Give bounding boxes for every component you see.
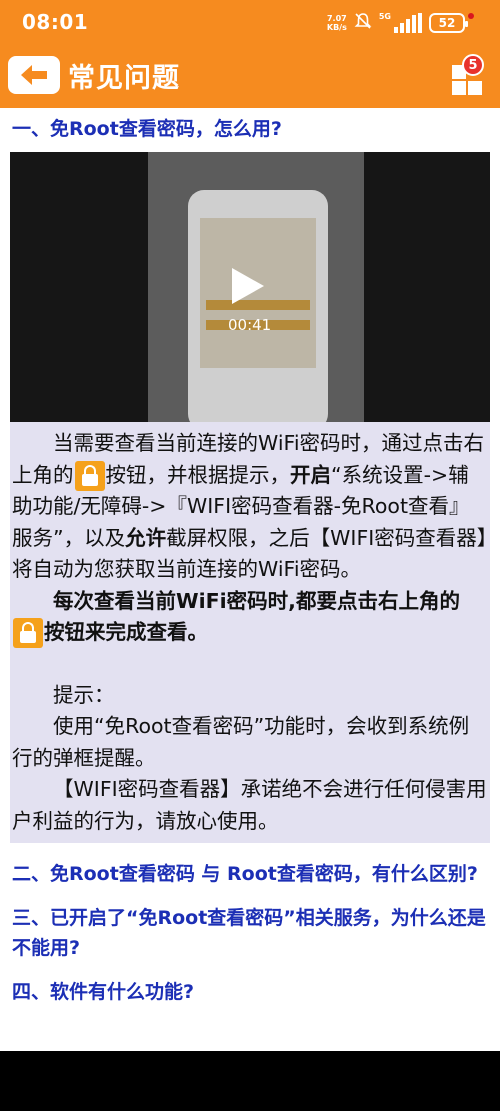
faq-question-1[interactable]: 一、免Root查看密码，怎么用?: [0, 114, 500, 144]
status-bar: 08:01 7.07 KB/s 5G 52: [0, 0, 500, 46]
battery-indicator-dot: [468, 13, 474, 19]
status-time: 08:01: [22, 10, 89, 34]
network-type: 5G: [378, 12, 391, 21]
top-bar: 08:01 7.07 KB/s 5G 52 常见问题 5: [0, 0, 500, 108]
navigation-bar: [0, 1051, 500, 1111]
answer-text-segment: 每次查看当前WiFi密码时,都要点击右上角的: [53, 588, 460, 613]
back-button[interactable]: [8, 56, 60, 94]
signal-icon: [394, 13, 422, 33]
page-title: 常见问题: [68, 63, 180, 94]
video-duration: 00:41: [228, 316, 272, 334]
answer-text-segment: 按钮，并根据提示，: [105, 462, 291, 487]
unlock-icon: [13, 618, 43, 648]
status-icons: 7.07 KB/s 5G 52: [327, 10, 474, 36]
battery-level: 52: [438, 16, 456, 30]
play-icon[interactable]: [232, 268, 264, 304]
answer-paragraph-2: 每次查看当前WiFi密码时,都要点击右上角的按钮来完成查看。: [12, 586, 488, 649]
tip-label: 提示：: [53, 682, 115, 707]
net-speed: 7.07 KB/s: [327, 14, 347, 32]
tutorial-video[interactable]: 00:41: [10, 152, 490, 422]
net-speed-value: 7.07: [326, 14, 347, 23]
answer-text-segment: 按钮来完成查看。: [44, 620, 208, 644]
tip-2: 【WIFI密码查看器】承诺绝不会进行任何侵害用户利益的行为，请放心使用。: [12, 777, 487, 833]
faq-content[interactable]: 一、免Root查看密码，怎么用? 00:41 当需要查看当前连接的WiFi密码时…: [0, 108, 500, 1051]
answer-bold-allow: 允许: [125, 525, 167, 550]
answer-bold-open: 开启: [290, 462, 331, 487]
faq-question-4[interactable]: 四、软件有什么功能?: [0, 977, 500, 1007]
answer-paragraph-1: 当需要查看当前连接的WiFi密码时，通过点击右上角的 按钮，并根据提示，开启“系统…: [12, 428, 488, 586]
tip-1: 使用“免Root查看密码”功能时，会收到系统例行的弹框提醒。: [12, 714, 470, 770]
battery-icon: 52: [429, 13, 468, 33]
menu-button[interactable]: 5: [450, 54, 490, 96]
arrow-left-icon: [21, 65, 47, 85]
faq-question-3[interactable]: 三、已开启了“免Root查看密码”相关服务，为什么还是不能用?: [0, 903, 500, 963]
faq-question-2[interactable]: 二、免Root查看密码 与 Root查看密码，有什么区别?: [0, 859, 500, 889]
net-speed-unit: KB/s: [326, 23, 347, 32]
faq-answer-1: 00:41 当需要查看当前连接的WiFi密码时，通过点击右上角的 按钮，并根据提示…: [10, 152, 490, 843]
mute-bell-icon: [354, 12, 372, 35]
notification-badge: 5: [462, 54, 484, 76]
unlock-icon: [74, 460, 105, 491]
answer-text: 当需要查看当前连接的WiFi密码时，通过点击右上角的 按钮，并根据提示，开启“系统…: [10, 422, 490, 843]
app-bar: 常见问题 5: [0, 46, 500, 108]
